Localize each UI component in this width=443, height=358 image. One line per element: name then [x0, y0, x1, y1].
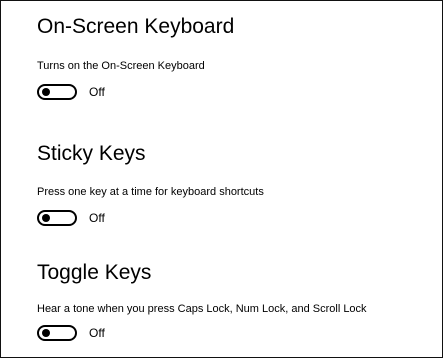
setting-title: Toggle Keys — [37, 261, 152, 284]
toggle-state-label: Off — [89, 326, 105, 340]
setting-title: On-Screen Keyboard — [37, 15, 235, 38]
setting-description: Press one key at a time for keyboard sho… — [37, 186, 264, 198]
toggle-state-label: Off — [89, 211, 105, 225]
toggle-state-label: Off — [89, 85, 105, 99]
toggle-knob — [42, 88, 50, 96]
sticky-keys-toggle[interactable] — [37, 210, 77, 226]
toggle-row: Off — [37, 208, 437, 228]
toggle-row: Off — [37, 323, 437, 343]
toggle-knob — [42, 214, 50, 222]
setting-on-screen-keyboard: On-Screen Keyboard Turns on the On-Scree… — [37, 15, 437, 102]
setting-sticky-keys: Sticky Keys Press one key at a time for … — [37, 142, 437, 228]
toggle-knob — [42, 329, 50, 337]
toggle-keys-toggle[interactable] — [37, 325, 77, 341]
toggle-row: Off — [37, 82, 437, 102]
on-screen-keyboard-toggle[interactable] — [37, 84, 77, 100]
setting-title: Sticky Keys — [37, 142, 146, 165]
setting-toggle-keys: Toggle Keys Hear a tone when you press C… — [37, 261, 437, 343]
setting-description: Turns on the On-Screen Keyboard — [37, 60, 205, 72]
setting-description: Hear a tone when you press Caps Lock, Nu… — [37, 303, 367, 315]
settings-panel: On-Screen Keyboard Turns on the On-Scree… — [0, 0, 443, 358]
